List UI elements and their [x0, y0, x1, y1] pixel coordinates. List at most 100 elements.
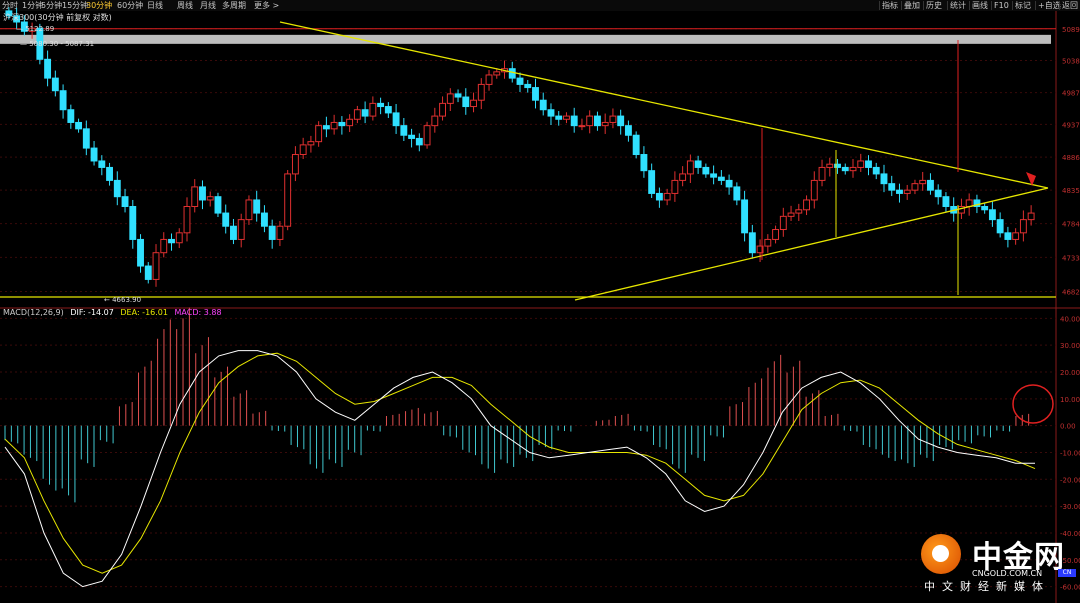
candle-body	[578, 125, 586, 128]
candle-body	[1004, 232, 1012, 240]
candle-body	[168, 238, 175, 244]
macd-legend: MACD(12,26,9) DIF: -14.07 DEA: -16.01 MA…	[3, 308, 226, 317]
candle-body	[539, 99, 547, 111]
dea-label: DEA: -16.01	[120, 308, 168, 317]
candle-body	[206, 196, 214, 201]
macd-tick-label: 30.00	[1060, 342, 1080, 350]
candle-body	[353, 109, 361, 120]
candle-body	[230, 225, 237, 240]
candle-body	[1012, 232, 1020, 240]
candle-body	[299, 144, 307, 156]
candle-body	[82, 128, 90, 149]
candle-body	[988, 209, 996, 221]
candle-body	[524, 83, 532, 89]
price-chart: 5089 5038 4987 4937 4886 4835 4784 4733 4682 — 51…	[0, 7, 1080, 603]
macd-value-label: MACD: 3.88	[174, 308, 222, 317]
candle-body	[291, 154, 299, 175]
candle-body	[919, 179, 927, 185]
candle-body	[934, 189, 942, 198]
candle-body	[663, 192, 671, 201]
candle-body	[516, 77, 524, 85]
candle-body	[764, 238, 772, 247]
candle-body	[183, 206, 191, 234]
price-tick-label: 4987	[1062, 90, 1080, 98]
logo-mark-icon	[921, 534, 961, 574]
resistance-band	[0, 34, 1051, 44]
candle-body	[563, 115, 570, 120]
candle-body	[137, 238, 144, 267]
candle-body	[594, 115, 601, 127]
candle-body	[408, 134, 416, 139]
candle-body	[686, 160, 694, 175]
macd-tick-label: -20.00	[1060, 476, 1080, 484]
candle-body	[741, 199, 749, 234]
candle-body	[199, 186, 206, 201]
candle-body	[454, 93, 462, 98]
candle-body	[222, 212, 230, 227]
candle-body	[648, 170, 656, 194]
candle-body	[857, 160, 865, 168]
candle-body	[942, 196, 950, 208]
candle-body	[330, 121, 338, 130]
candle-body	[903, 189, 911, 194]
macd-tick-label: -10.00	[1060, 449, 1080, 457]
candle-body	[779, 215, 787, 231]
candle-body	[810, 179, 818, 201]
candle-body	[431, 115, 439, 127]
candle-body	[896, 189, 903, 194]
candle-body	[624, 125, 632, 136]
candle-body	[888, 183, 896, 191]
candle-body	[67, 109, 75, 123]
price-tick-label: 4733	[1062, 254, 1080, 262]
candle-body	[129, 206, 137, 240]
candle-body	[996, 219, 1004, 234]
candle-body	[369, 102, 377, 117]
candle-body	[694, 160, 702, 168]
candle-body	[346, 118, 354, 127]
candle-body	[268, 225, 276, 240]
macd-tick-label: 0.00	[1060, 423, 1076, 431]
candle-body	[872, 166, 880, 175]
candle-body	[44, 58, 52, 79]
candle-body	[90, 147, 98, 162]
candle-body	[384, 106, 392, 114]
candle-body	[307, 141, 315, 146]
candle-body	[237, 219, 245, 240]
candle-body	[1019, 219, 1027, 234]
candle-body	[338, 121, 346, 127]
macd-tick-label: 20.00	[1060, 369, 1080, 377]
candle-body	[748, 232, 756, 254]
candle-body	[640, 154, 648, 172]
highlight-circle	[1012, 384, 1054, 424]
candle-body	[803, 199, 810, 211]
candle-body	[826, 163, 834, 168]
candle-body	[609, 115, 617, 123]
candle-body	[415, 137, 423, 146]
candle-body	[547, 109, 555, 117]
candle-body	[446, 93, 454, 104]
candle-body	[75, 121, 83, 130]
candle-body	[361, 109, 369, 117]
price-tick-label: 5089	[1062, 26, 1080, 34]
candle-body	[462, 96, 470, 108]
macd-tick-label: -30.00	[1060, 503, 1080, 511]
candle-body	[152, 252, 160, 280]
macd-label: MACD(12,26,9)	[3, 308, 64, 317]
descending-trendline	[279, 21, 1049, 189]
logo-url-text: CNGOLD.COM.CN	[972, 569, 1043, 578]
candle-body	[191, 186, 199, 208]
candle-body	[160, 238, 168, 254]
candle-body	[772, 229, 780, 240]
candle-body	[733, 186, 741, 201]
candle-body	[439, 102, 446, 117]
candle-body	[400, 125, 408, 136]
candle-body	[377, 102, 385, 108]
candle-body	[508, 68, 516, 79]
candle-body	[617, 115, 625, 127]
candle-body	[59, 90, 67, 111]
corner-tag: CN	[1058, 569, 1076, 577]
candle-body	[51, 77, 59, 92]
candle-body	[717, 176, 725, 181]
candle-body	[1027, 212, 1035, 221]
candle-body	[555, 115, 563, 120]
